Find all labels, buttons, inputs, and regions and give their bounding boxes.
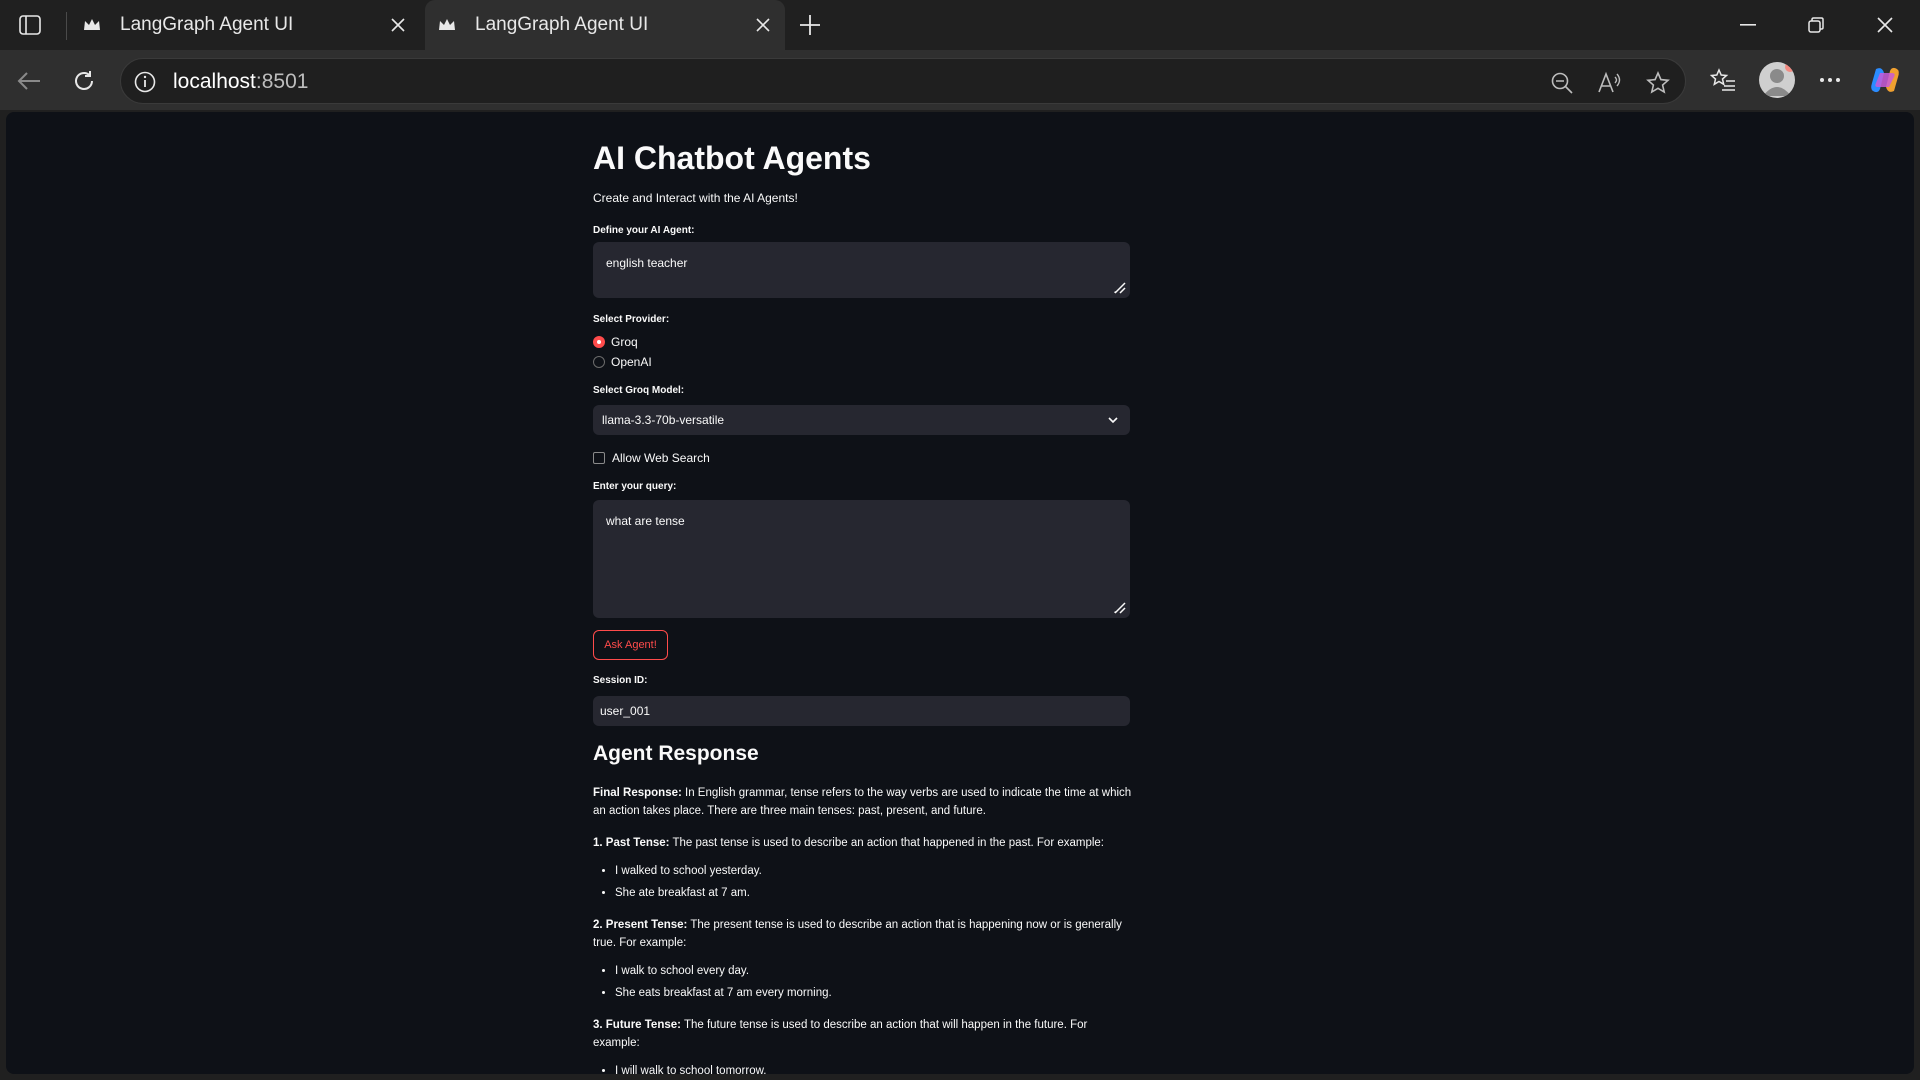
notification-dot	[1785, 62, 1795, 72]
present-examples-list: I walk to school every day. She eats bre…	[615, 962, 1133, 1002]
model-label: Select Groq Model:	[593, 385, 685, 396]
radio-selected-icon[interactable]	[593, 336, 605, 348]
browser-tab-2-active[interactable]: LangGraph Agent UI	[425, 0, 785, 50]
web-search-checkbox[interactable]	[593, 452, 605, 464]
page-title: AI Chatbot Agents	[593, 140, 871, 176]
browser-tab-1[interactable]: LangGraph Agent UI	[70, 0, 420, 50]
web-search-checkbox-row[interactable]: Allow Web Search	[593, 451, 710, 465]
more-options-icon[interactable]	[1813, 63, 1847, 97]
radio-option-openai[interactable]: OpenAI	[593, 355, 652, 369]
crown-favicon-icon	[82, 15, 102, 35]
read-aloud-icon[interactable]	[1597, 70, 1623, 96]
session-id-value: user_001	[600, 704, 651, 718]
section-heading: 2. Present Tense:	[593, 919, 688, 931]
radio-unselected-icon[interactable]	[593, 356, 605, 368]
response-section-future: 3. Future Tense: The future tense is use…	[593, 1016, 1133, 1052]
response-intro-label: Final Response:	[593, 787, 682, 799]
tab-strip: LangGraph Agent UI LangGraph Agent UI	[0, 0, 1920, 50]
query-label: Enter your query:	[593, 481, 677, 492]
favorite-star-icon[interactable]	[1645, 70, 1671, 96]
window-close-icon[interactable]	[1865, 10, 1905, 40]
new-tab-plus-icon[interactable]	[795, 10, 825, 40]
ask-agent-button[interactable]: Ask Agent!	[593, 630, 668, 660]
resize-grip-icon[interactable]	[1112, 600, 1126, 614]
list-item: She ate breakfast at 7 am.	[615, 884, 1133, 902]
restore-icon[interactable]	[1796, 10, 1836, 40]
browser-toolbar: localhost:8501	[0, 50, 1920, 110]
list-item: I will walk to school tomorrow.	[615, 1062, 1133, 1074]
tab-title: LangGraph Agent UI	[475, 14, 649, 35]
site-info-icon[interactable]	[133, 70, 157, 94]
url-text[interactable]: localhost:8501	[173, 70, 308, 94]
provider-label: Select Provider:	[593, 314, 670, 325]
model-select[interactable]: llama-3.3-70b-versatile	[593, 405, 1130, 435]
response-section-past: 1. Past Tense: The past tense is used to…	[593, 834, 1133, 852]
agent-definition-textarea[interactable]: english teacher	[593, 242, 1130, 298]
zoom-out-icon[interactable]	[1549, 70, 1575, 96]
query-textarea[interactable]: what are tense	[593, 500, 1130, 618]
crown-favicon-icon	[437, 15, 457, 35]
tab-title: LangGraph Agent UI	[120, 14, 294, 35]
refresh-icon[interactable]	[67, 64, 101, 98]
web-search-label: Allow Web Search	[612, 451, 710, 465]
response-intro: Final Response: In English grammar, tens…	[593, 784, 1133, 820]
back-arrow-icon[interactable]	[12, 64, 46, 98]
radio-option-groq[interactable]: Groq	[593, 335, 638, 349]
chevron-down-icon[interactable]	[1106, 413, 1120, 427]
tab-separator	[66, 12, 67, 40]
list-item: I walk to school every day.	[615, 962, 1133, 980]
favorites-list-icon[interactable]	[1706, 63, 1740, 97]
query-value: what are tense	[606, 514, 685, 528]
tab-actions-icon[interactable]	[14, 12, 46, 38]
section-text: The past tense is used to describe an ac…	[669, 837, 1105, 849]
minimize-icon[interactable]	[1728, 10, 1768, 40]
radio-option-label: Groq	[611, 335, 638, 349]
section-heading: 3. Future Tense:	[593, 1019, 681, 1031]
profile-avatar[interactable]	[1759, 62, 1795, 98]
radio-option-label: OpenAI	[611, 355, 652, 369]
future-examples-list: I will walk to school tomorrow.	[615, 1062, 1133, 1074]
agent-definition-label: Define your AI Agent:	[593, 225, 695, 236]
model-select-value: llama-3.3-70b-versatile	[602, 413, 725, 427]
page-viewport: AI Chatbot Agents Create and Interact wi…	[6, 112, 1914, 1074]
close-icon[interactable]	[751, 13, 775, 37]
session-id-input[interactable]: user_001	[593, 696, 1130, 726]
list-item: She eats breakfast at 7 am every morning…	[615, 984, 1133, 1002]
session-id-label: Session ID:	[593, 675, 648, 686]
close-icon[interactable]	[386, 13, 410, 37]
address-bar[interactable]: localhost:8501	[120, 58, 1686, 104]
list-item: I walked to school yesterday.	[615, 862, 1133, 880]
agent-definition-value: english teacher	[606, 256, 688, 270]
past-examples-list: I walked to school yesterday. She ate br…	[615, 862, 1133, 902]
response-section-present: 2. Present Tense: The present tense is u…	[593, 916, 1133, 952]
page-subtitle: Create and Interact with the AI Agents!	[593, 191, 798, 205]
agent-response-heading: Agent Response	[593, 742, 759, 765]
agent-response-body: Final Response: In English grammar, tens…	[593, 784, 1133, 1074]
section-heading: 1. Past Tense:	[593, 837, 670, 849]
copilot-icon[interactable]	[1868, 63, 1902, 97]
resize-grip-icon[interactable]	[1112, 280, 1126, 294]
